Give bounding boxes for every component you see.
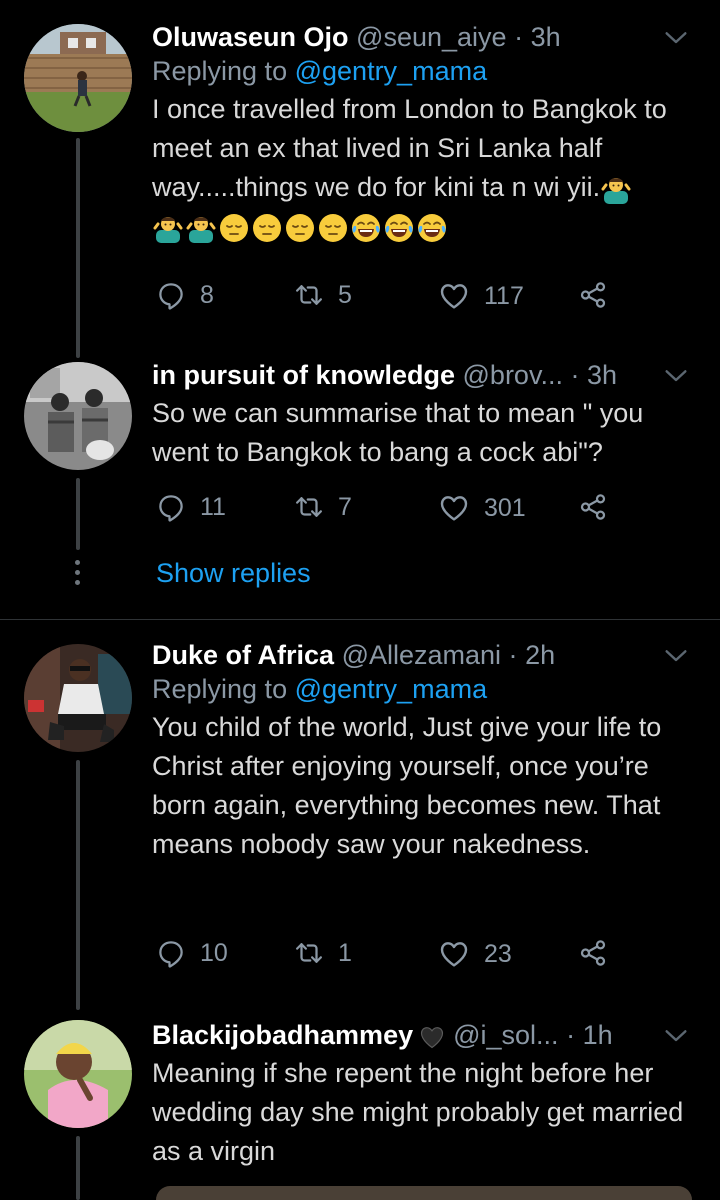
mention-link[interactable]: @gentry_mama: [295, 674, 487, 704]
like-count: 301: [484, 493, 526, 522]
tweet-header: Blackijobadhammey @i_sol... · 1h: [152, 1018, 700, 1052]
replying-to: Replying to @gentry_mama: [152, 54, 700, 88]
tears-of-joy-icon: [350, 212, 382, 244]
avatar[interactable]: [24, 644, 132, 752]
pensive-face-icon: [218, 212, 250, 244]
tears-of-joy-icon: [416, 212, 448, 244]
user-handle[interactable]: @brov...: [463, 360, 563, 390]
avatar[interactable]: [24, 362, 132, 470]
retweet-count: 1: [338, 938, 352, 967]
reply-count: 10: [200, 938, 228, 967]
retweet-icon: [294, 280, 324, 310]
reply-button[interactable]: 11: [156, 492, 226, 522]
share-button[interactable]: [578, 280, 608, 310]
like-button[interactable]: 23: [438, 938, 512, 970]
like-count: 23: [484, 939, 512, 968]
retweet-count: 7: [338, 492, 352, 521]
black-heart-icon: [421, 1026, 444, 1049]
share-icon: [578, 492, 608, 522]
separator: ·: [570, 360, 580, 390]
heart-icon: [438, 492, 470, 524]
tweet-header: Duke of Africa @Allezamani · 2h: [152, 638, 700, 672]
timestamp[interactable]: 3h: [587, 360, 617, 390]
thread-line: [76, 1136, 80, 1200]
display-name[interactable]: Oluwaseun Ojo: [152, 22, 349, 52]
display-name[interactable]: in pursuit of knowledge: [152, 360, 455, 390]
tweet-text: So we can summarise that to mean " you w…: [152, 398, 644, 467]
chevron-down-icon[interactable]: [660, 640, 692, 672]
show-replies-link[interactable]: Show replies: [156, 558, 311, 589]
separator: ·: [508, 640, 518, 670]
reply-icon: [156, 938, 186, 968]
reply-icon: [156, 280, 186, 310]
replying-to: Replying to @gentry_mama: [152, 672, 700, 706]
reply-count: 11: [200, 492, 226, 521]
reply-button[interactable]: 8: [156, 280, 214, 310]
person-shrugging-icon: [600, 173, 632, 205]
separator: ·: [566, 1020, 576, 1050]
person-shrugging-icon: [152, 212, 184, 244]
tweet-text: Meaning if she repent the night before h…: [152, 1058, 684, 1166]
thread-line: [76, 478, 80, 550]
avatar[interactable]: [24, 1020, 132, 1128]
retweet-icon: [294, 938, 324, 968]
like-button[interactable]: 301: [438, 492, 526, 524]
timestamp[interactable]: 3h: [531, 22, 561, 52]
pensive-face-icon: [284, 212, 316, 244]
reply-count: 8: [200, 280, 214, 309]
tweet-header: Oluwaseun Ojo @seun_aiye · 3h: [152, 20, 700, 54]
user-handle[interactable]: @seun_aiye: [356, 22, 507, 52]
share-button[interactable]: [578, 492, 608, 522]
tweet-text-content: I once travelled from London to Bangkok …: [152, 94, 667, 202]
retweet-button[interactable]: 5: [294, 280, 352, 310]
avatar[interactable]: [24, 24, 132, 132]
separator: ·: [514, 22, 524, 52]
share-icon: [578, 280, 608, 310]
like-button[interactable]: 117: [438, 280, 524, 312]
timestamp[interactable]: 2h: [525, 640, 555, 670]
pensive-face-icon: [251, 212, 283, 244]
reply-button[interactable]: 10: [156, 938, 228, 968]
chevron-down-icon[interactable]: [660, 22, 692, 54]
retweet-icon: [294, 492, 324, 522]
pensive-face-icon: [317, 212, 349, 244]
share-icon: [578, 938, 608, 968]
chevron-down-icon[interactable]: [660, 360, 692, 392]
user-handle[interactable]: @i_sol...: [453, 1020, 558, 1050]
heart-icon: [438, 280, 470, 312]
person-shrugging-icon: [185, 212, 217, 244]
replying-to-label: Replying to: [152, 56, 288, 86]
replying-to-label: Replying to: [152, 674, 288, 704]
display-name[interactable]: Blackijobadhammey: [152, 1020, 413, 1050]
retweet-count: 5: [338, 280, 352, 309]
thread-line: [76, 760, 80, 1010]
tweet-text: I once travelled from London to Bangkok …: [152, 90, 700, 246]
heart-icon: [438, 938, 470, 970]
media-preview[interactable]: [156, 1186, 692, 1200]
display-name[interactable]: Duke of Africa: [152, 640, 334, 670]
retweet-button[interactable]: 1: [294, 938, 352, 968]
share-button[interactable]: [578, 938, 608, 968]
chevron-down-icon[interactable]: [660, 1020, 692, 1052]
divider: [0, 619, 720, 620]
tweet-text: You child of the world, Just give your l…: [152, 712, 662, 859]
timestamp[interactable]: 1h: [583, 1020, 613, 1050]
retweet-button[interactable]: 7: [294, 492, 352, 522]
tweet-header: in pursuit of knowledge @brov... · 3h: [152, 358, 700, 392]
user-handle[interactable]: @Allezamani: [342, 640, 501, 670]
tears-of-joy-icon: [383, 212, 415, 244]
like-count: 117: [484, 281, 524, 310]
reply-icon: [156, 492, 186, 522]
emoji-row: [152, 212, 448, 244]
thread-ellipsis: [75, 560, 80, 590]
thread-line: [76, 138, 80, 358]
mention-link[interactable]: @gentry_mama: [295, 56, 487, 86]
